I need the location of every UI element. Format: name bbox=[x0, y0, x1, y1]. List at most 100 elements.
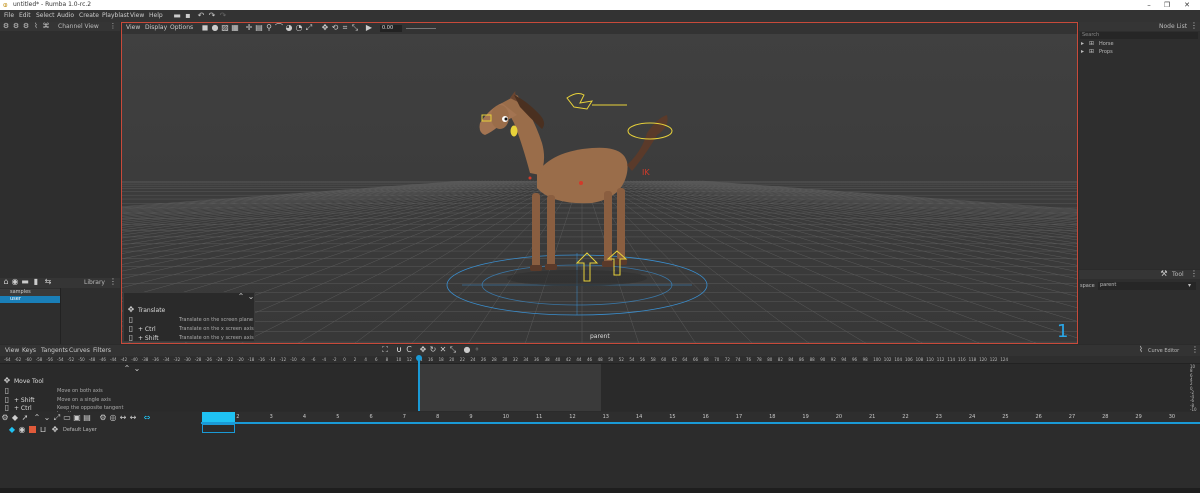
flat-icon[interactable]: ▭ bbox=[62, 413, 72, 423]
library-item-user[interactable]: user bbox=[0, 296, 60, 303]
curve-time-ruler[interactable]: -64 -62 -60 -58 -56 -54 -52 -50 -48 -46 -44 -42 -40-… bbox=[0, 356, 1200, 364]
layer-eye-icon[interactable]: ◆ bbox=[7, 425, 17, 435]
panel-menu-icon[interactable]: ⋮ bbox=[108, 21, 118, 31]
grid-icon[interactable]: ▦ bbox=[230, 23, 240, 33]
chevron-right-icon[interactable]: ▸ bbox=[1081, 48, 1084, 55]
bone-icon[interactable]: ⚲ bbox=[264, 23, 274, 33]
delete-key-icon[interactable]: ✕ bbox=[438, 345, 448, 355]
eye-icon[interactable]: ◉ bbox=[10, 277, 20, 287]
key-icon[interactable]: ◆ bbox=[10, 413, 20, 423]
gear-icon[interactable]: ⚙ bbox=[21, 21, 31, 31]
frame-ruler[interactable]: 1234567891011121314151617181920212223242… bbox=[201, 412, 1200, 422]
curve-icon[interactable]: ⌒ bbox=[274, 23, 284, 33]
ce-menu-filters[interactable]: Filters bbox=[93, 347, 111, 354]
expand-icon[interactable]: ⇔ bbox=[142, 413, 152, 423]
translate-icon[interactable]: ✥ bbox=[320, 23, 330, 33]
3d-viewport[interactable]: IK parent 1 perspShape ⋮ bbox=[121, 22, 1078, 344]
rotate-key-icon[interactable]: ↻ bbox=[428, 345, 438, 355]
redo-disabled-icon[interactable]: ↷ bbox=[218, 11, 228, 21]
graph-icon[interactable]: ⌇ bbox=[31, 21, 41, 31]
undo-icon[interactable]: ↶ bbox=[196, 11, 206, 21]
library-menu-icon[interactable]: ⋮ bbox=[108, 277, 118, 287]
chevron-down-icon[interactable]: ▾ bbox=[1188, 282, 1191, 289]
path-icon[interactable]: ⤢ bbox=[304, 23, 314, 33]
ce-menu-curves[interactable]: Curves bbox=[69, 347, 90, 354]
vp-menu-options[interactable]: Options bbox=[170, 24, 193, 31]
cycle-icon[interactable]: C bbox=[404, 345, 414, 355]
menu-select[interactable]: Select bbox=[36, 12, 55, 19]
menu-playblast[interactable]: Playblast bbox=[102, 12, 129, 19]
selected-key-cell[interactable] bbox=[202, 424, 235, 433]
layer-name[interactable]: Default Layer bbox=[63, 427, 97, 433]
rotate-icon[interactable]: ⟲ bbox=[330, 23, 340, 33]
layers-icon[interactable]: ▤ bbox=[82, 413, 92, 423]
range-icon[interactable]: ↔ bbox=[128, 413, 138, 423]
visibility-icon[interactable]: ◉ bbox=[17, 425, 27, 435]
frame-all-icon[interactable]: ⛶ bbox=[380, 345, 390, 355]
move-icon[interactable]: ✛ bbox=[244, 23, 254, 33]
camera-icon[interactable]: ◔ bbox=[294, 23, 304, 33]
tool-menu-icon[interactable]: ⋮ bbox=[1189, 269, 1199, 279]
playhead-handle[interactable] bbox=[416, 355, 422, 361]
folder-icon[interactable]: ▬ bbox=[20, 277, 30, 287]
snap-icon[interactable]: ⌗ bbox=[340, 23, 350, 33]
scale-key-icon[interactable]: ⤡ bbox=[448, 345, 458, 355]
collapse-down-icon[interactable]: ⌄ bbox=[132, 364, 142, 374]
menu-audio[interactable]: Audio bbox=[57, 12, 74, 19]
shading-icon[interactable]: ◼ bbox=[200, 23, 210, 33]
settings-icon[interactable]: ⚙ bbox=[1, 21, 11, 31]
menu-file[interactable]: File bbox=[4, 12, 14, 19]
chevron-right-icon[interactable]: ▸ bbox=[1081, 40, 1084, 47]
tree-item-props[interactable]: ▸ ⊞ Props bbox=[1081, 48, 1191, 56]
settings-icon[interactable]: ⚙ bbox=[0, 413, 10, 423]
collapse-up-icon[interactable]: ⌃ bbox=[236, 292, 246, 302]
globe-icon[interactable]: ◎ bbox=[108, 413, 118, 423]
ce-menu-view[interactable]: View bbox=[5, 347, 19, 354]
curve-editor-menu-icon[interactable]: ⋮ bbox=[1190, 345, 1200, 355]
vp-menu-display[interactable]: Display bbox=[145, 24, 167, 31]
maximize-icon[interactable]: ❐ bbox=[1160, 0, 1174, 10]
menu-help[interactable]: Help bbox=[149, 12, 163, 19]
light-icon[interactable]: ◕ bbox=[284, 23, 294, 33]
record-icon[interactable]: ● bbox=[462, 345, 472, 355]
space-select[interactable]: parent bbox=[1098, 282, 1196, 290]
node-list-menu-icon[interactable]: ⋮ bbox=[1189, 21, 1199, 31]
menu-edit[interactable]: Edit bbox=[19, 12, 31, 19]
delete-icon[interactable]: ▮ bbox=[31, 277, 41, 287]
wireframe-icon[interactable]: ▨ bbox=[220, 23, 230, 33]
arrow-icon[interactable]: ➚ bbox=[20, 413, 30, 423]
horizontal-scrollbar[interactable] bbox=[0, 488, 1200, 493]
save-icon[interactable]: ▪ bbox=[183, 11, 193, 21]
frame-field[interactable]: 0.00 bbox=[380, 25, 402, 32]
library-item-samples[interactable]: samples bbox=[0, 289, 60, 296]
frame-slider[interactable] bbox=[406, 28, 436, 29]
fit-icon[interactable]: ↔ bbox=[118, 413, 128, 423]
scale-icon[interactable]: ⤡ bbox=[350, 23, 360, 33]
node-search-input[interactable]: Search bbox=[1080, 32, 1198, 39]
tree-item-horse[interactable]: ▸ ⊞ Horse bbox=[1081, 40, 1191, 48]
filter-icon[interactable]: ⚙ bbox=[11, 21, 21, 31]
chevron-up-icon[interactable]: ⌃ bbox=[32, 413, 42, 423]
curve-playhead[interactable] bbox=[418, 356, 420, 411]
minimize-icon[interactable]: – bbox=[1142, 0, 1156, 10]
refresh-icon[interactable]: ⇆ bbox=[43, 277, 53, 287]
ce-menu-keys[interactable]: Keys bbox=[22, 347, 36, 354]
open-folder-icon[interactable]: ▬ bbox=[172, 11, 182, 21]
ce-menu-tangents[interactable]: Tangents bbox=[41, 347, 68, 354]
lock-icon[interactable]: ⊔ bbox=[38, 425, 48, 435]
key-dot-icon[interactable]: ◦ bbox=[472, 345, 482, 355]
collapse-up-icon[interactable]: ⌃ bbox=[122, 364, 132, 374]
table-icon[interactable]: ▤ bbox=[254, 23, 264, 33]
layer-color-swatch[interactable] bbox=[29, 426, 36, 433]
zoom-icon[interactable]: ⤢ bbox=[52, 413, 62, 423]
move-key-icon[interactable]: ✥ bbox=[418, 345, 428, 355]
chevron-down-icon[interactable]: ⌄ bbox=[42, 413, 52, 423]
vp-menu-view[interactable]: View bbox=[126, 24, 140, 31]
copy-icon[interactable]: ▣ bbox=[72, 413, 82, 423]
magnet-icon[interactable]: ∪ bbox=[394, 345, 404, 355]
collapse-down-icon[interactable]: ⌄ bbox=[246, 292, 256, 302]
playblast-icon[interactable]: ▶ bbox=[364, 23, 374, 33]
key-icon[interactable]: ⌘ bbox=[41, 21, 51, 31]
menu-view[interactable]: View bbox=[130, 12, 144, 19]
close-icon[interactable]: ✕ bbox=[1180, 0, 1194, 10]
